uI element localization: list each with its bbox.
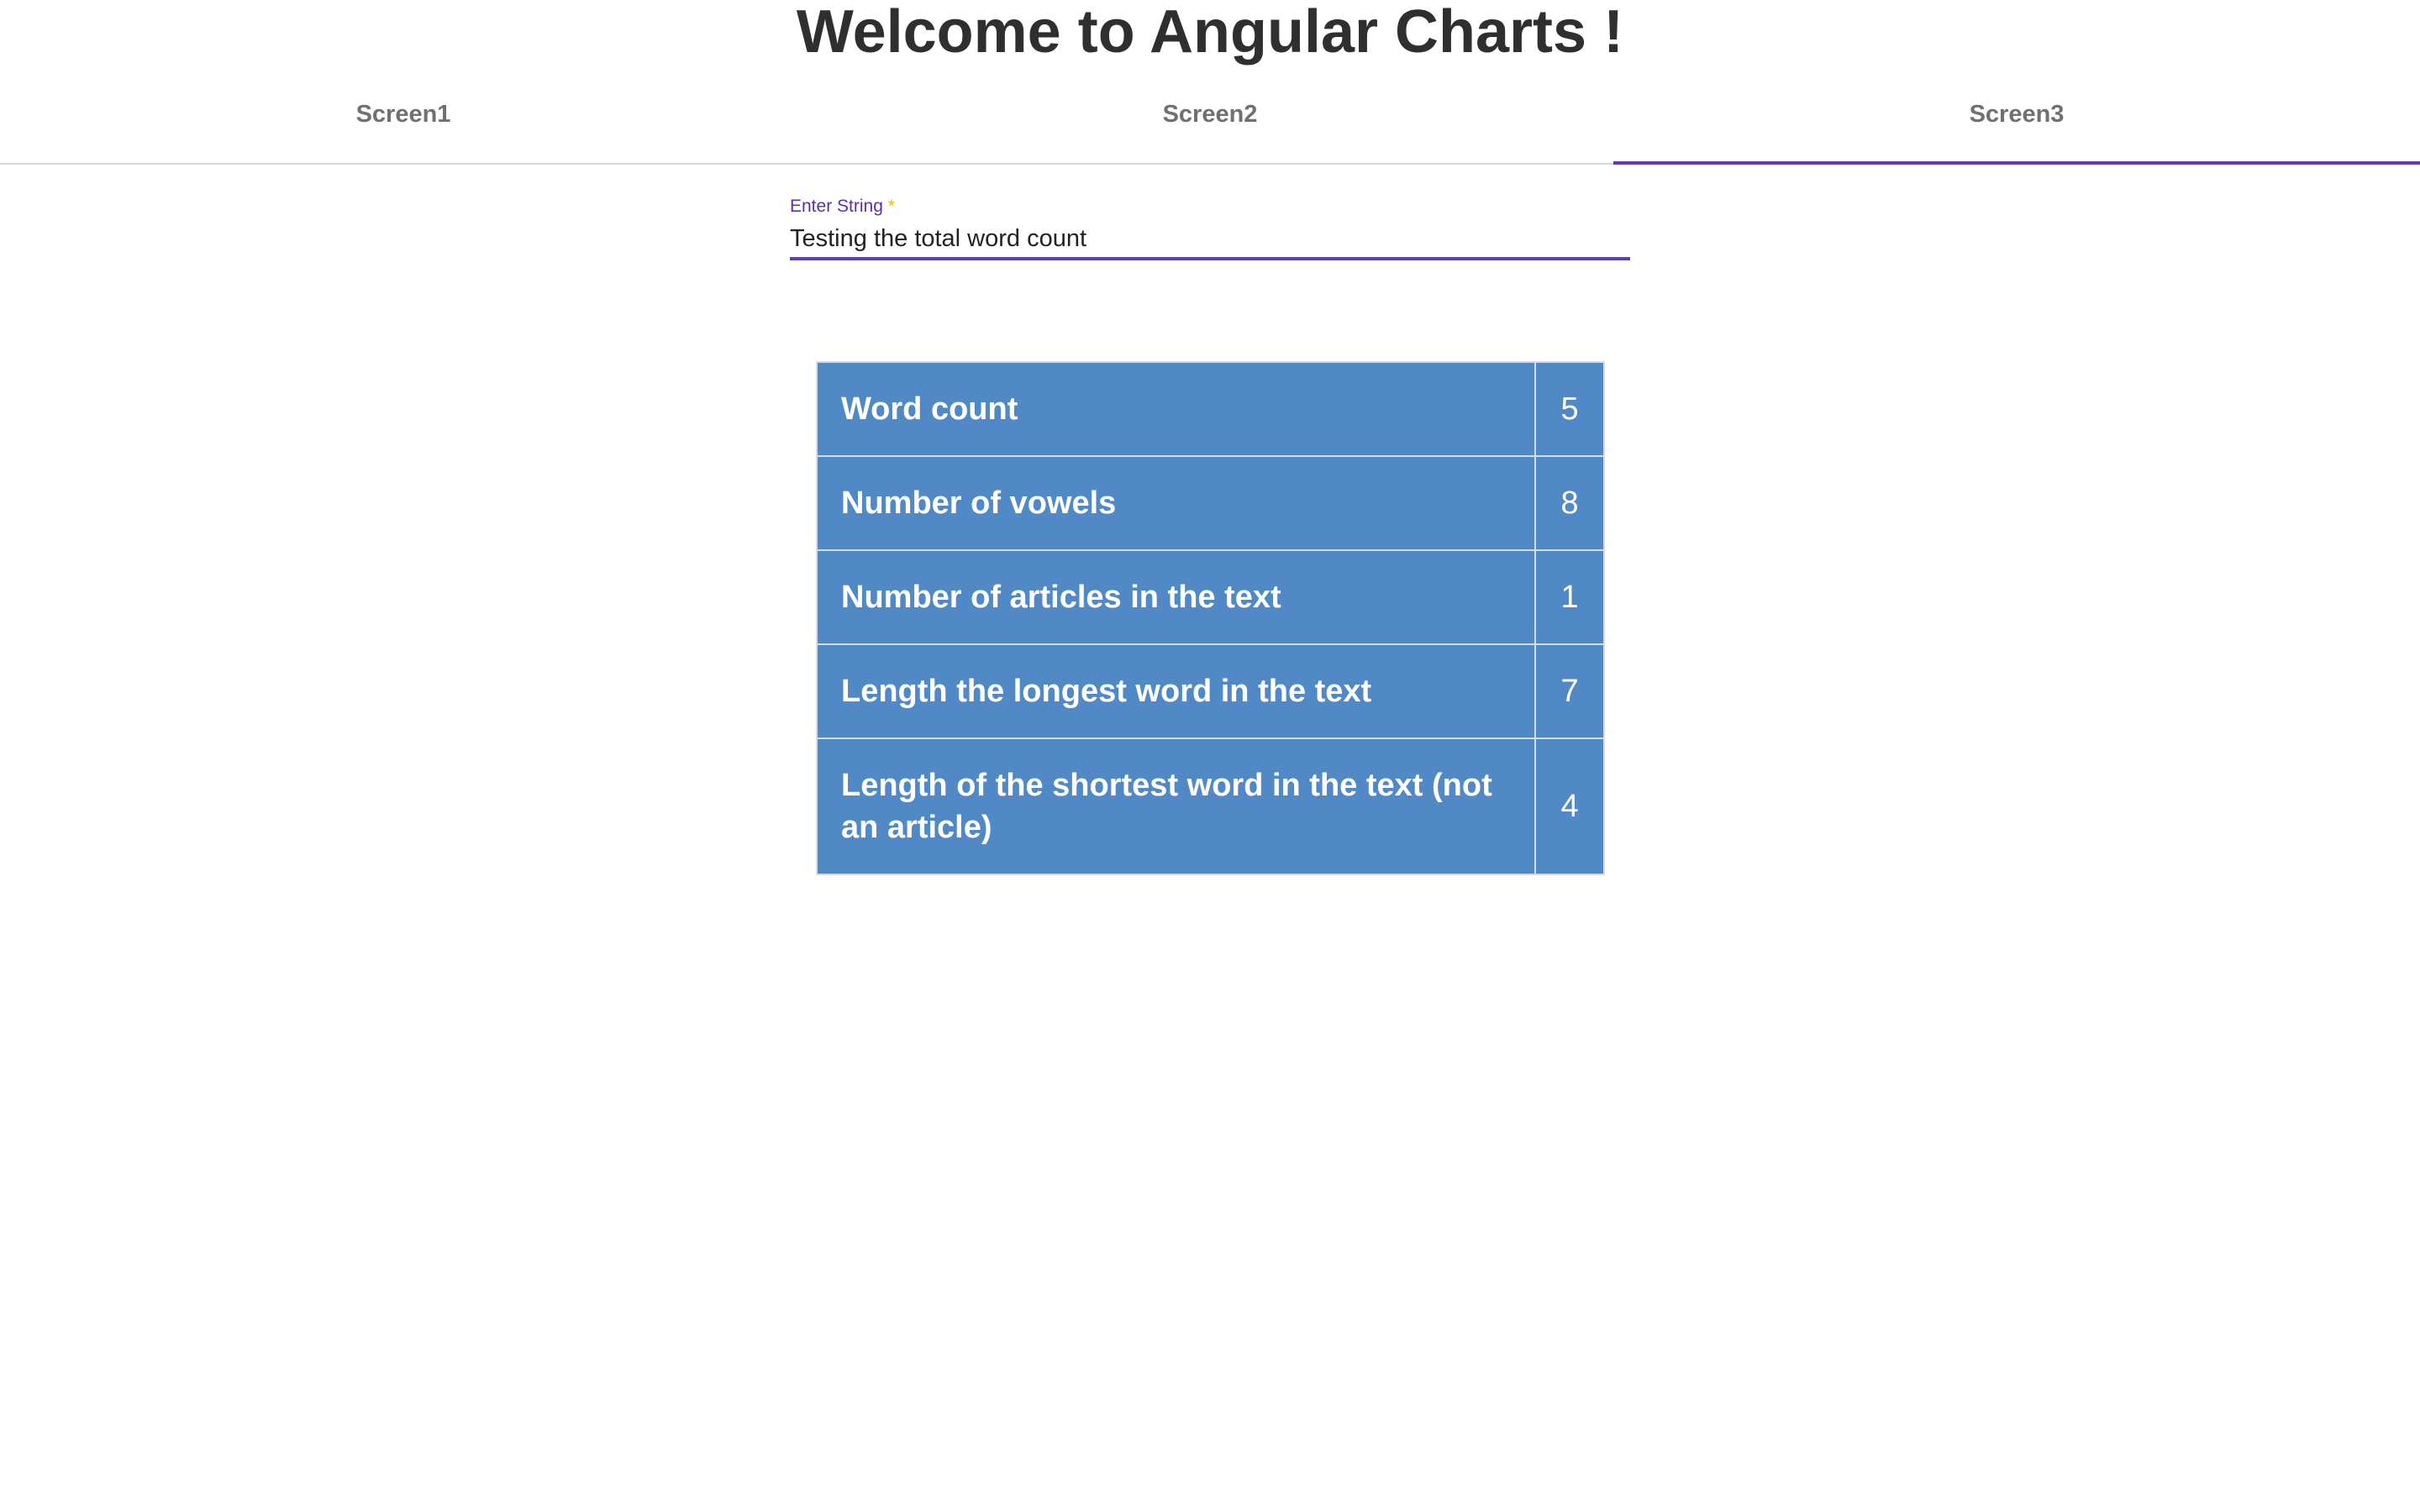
- stat-label: Number of vowels: [815, 455, 1537, 551]
- stat-label: Length of the shortest word in the text …: [815, 738, 1537, 875]
- stat-value: 7: [1534, 643, 1605, 739]
- string-input[interactable]: [790, 220, 1630, 260]
- app-root: Welcome to Angular Charts ! Screen1 Scre…: [0, 0, 2420, 1512]
- tab-bar: Screen1 Screen2 Screen3: [0, 91, 2420, 165]
- tab-screen2[interactable]: Screen2: [807, 91, 1613, 163]
- table-row: Number of articles in the text 1: [815, 549, 1605, 645]
- stat-label: Word count: [815, 361, 1537, 457]
- stat-value: 4: [1534, 738, 1605, 875]
- stat-value: 1: [1534, 549, 1605, 645]
- stat-label: Length the longest word in the text: [815, 643, 1537, 739]
- page-title: Welcome to Angular Charts !: [796, 0, 1624, 66]
- stat-value: 5: [1534, 361, 1605, 457]
- tab-screen3[interactable]: Screen3: [1613, 91, 2420, 165]
- table-row: Length the longest word in the text 7: [815, 643, 1605, 739]
- tab-screen1[interactable]: Screen1: [0, 91, 807, 163]
- stat-label: Number of articles in the text: [815, 549, 1537, 645]
- stat-value: 8: [1534, 455, 1605, 551]
- string-field-label-text: Enter String: [790, 197, 883, 216]
- string-form-field: Enter String *: [790, 195, 1630, 265]
- required-marker: *: [887, 197, 895, 216]
- string-field-label: Enter String *: [790, 195, 1630, 218]
- table-row: Length of the shortest word in the text …: [815, 738, 1605, 875]
- tab-label: Screen1: [355, 100, 451, 128]
- stats-table: Word count 5 Number of vowels 8 Number o…: [815, 361, 1605, 875]
- table-row: Word count 5: [815, 361, 1605, 457]
- tab-label: Screen2: [1162, 100, 1258, 128]
- table-row: Number of vowels 8: [815, 455, 1605, 551]
- tab-label: Screen3: [1969, 100, 2065, 128]
